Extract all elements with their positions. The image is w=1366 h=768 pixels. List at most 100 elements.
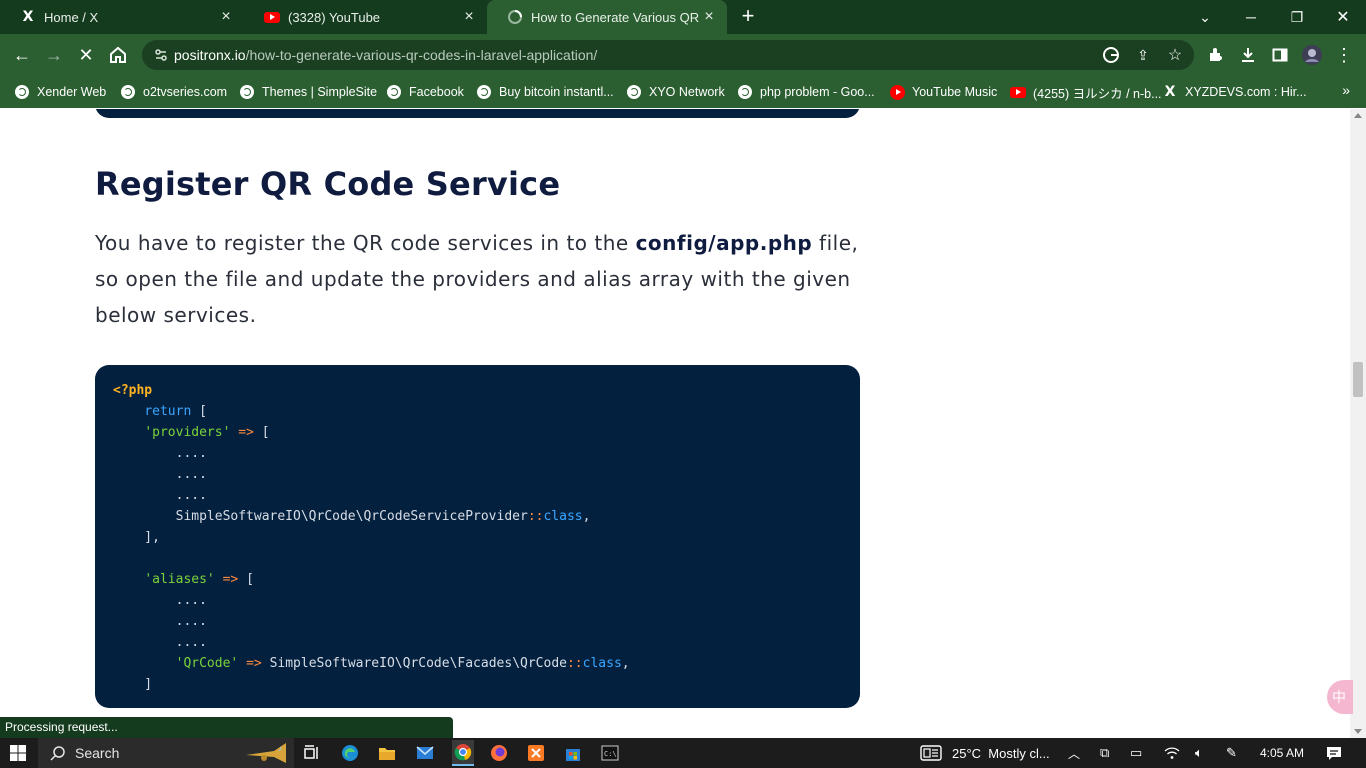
minimize-button[interactable]: ─ xyxy=(1228,0,1274,34)
svg-text:C:\: C:\ xyxy=(604,750,617,758)
bookmark-buy-bitcoin[interactable]: Buy bitcoin instantl... xyxy=(476,82,614,102)
address-bar[interactable]: positronx.io/how-to-generate-various-qr-… xyxy=(142,40,1194,70)
code-line: .... xyxy=(113,632,842,653)
file-explorer-icon[interactable] xyxy=(377,743,397,763)
bookmark-xyo-network[interactable]: XYO Network xyxy=(626,82,725,102)
close-tab-icon[interactable]: × xyxy=(218,9,234,25)
code-token: .... xyxy=(113,488,207,503)
youtube-icon xyxy=(264,9,280,25)
share-icon[interactable]: ⇪ xyxy=(1134,46,1152,64)
tab-search-icon[interactable]: ⌄ xyxy=(1182,0,1228,34)
status-bar: Processing request... xyxy=(0,717,453,738)
bookmark-youtube-music[interactable]: YouTube Music xyxy=(889,82,997,102)
code-line: SimpleSoftwareIO\QrCode\QrCodeServicePro… xyxy=(113,506,842,527)
code-line: .... xyxy=(113,464,842,485)
show-hidden-icons-icon[interactable]: ︿ xyxy=(1068,738,1080,768)
google-lens-icon[interactable] xyxy=(1102,46,1120,64)
restore-button[interactable]: ❐ xyxy=(1274,0,1320,34)
edge-icon[interactable] xyxy=(340,743,360,763)
taskbar-search[interactable]: Search ♪ xyxy=(38,738,294,768)
bookmark-label: o2tvseries.com xyxy=(143,85,228,99)
download-icon[interactable] xyxy=(1238,45,1258,65)
site-info-icon[interactable] xyxy=(154,47,168,63)
task-view-icon[interactable] xyxy=(302,743,322,763)
x-logo-icon: X xyxy=(1164,84,1176,100)
bookmark-xender-web[interactable]: Xender Web xyxy=(14,82,106,102)
weather-widget[interactable]: 25°C Mostly cl... xyxy=(920,738,1050,768)
previous-code-block xyxy=(95,109,860,118)
code-token: ] xyxy=(113,677,153,692)
code-token: :: xyxy=(527,509,544,524)
bookmark-label: Xender Web xyxy=(37,85,107,99)
tab-active-article[interactable]: How to Generate Various QR Codes in Lara… xyxy=(487,0,727,34)
bookmark-star-icon[interactable]: ☆ xyxy=(1166,46,1184,64)
bookmark-xyzdevs[interactable]: X XYZDEVS.com : Hir... xyxy=(1162,82,1307,102)
pen-icon[interactable]: ✎ xyxy=(1226,738,1237,768)
weather-icon xyxy=(920,745,942,761)
svg-text:♪: ♪ xyxy=(278,744,282,753)
code-token: .... xyxy=(113,467,207,482)
youtube-icon xyxy=(1010,84,1026,100)
bookmark-o2tvseries[interactable]: o2tvseries.com xyxy=(120,82,227,102)
code-line: return [ xyxy=(113,401,842,422)
clock[interactable]: 4:05 AM xyxy=(1260,738,1304,768)
back-button[interactable]: ← xyxy=(9,42,35,68)
xampp-icon[interactable] xyxy=(526,743,546,763)
page-scrollbar[interactable] xyxy=(1350,109,1366,738)
extensions-icon[interactable] xyxy=(1206,45,1226,65)
store-icon[interactable] xyxy=(563,743,583,763)
forward-button[interactable]: → xyxy=(41,42,67,68)
code-line: ], xyxy=(113,527,842,548)
tab-home-x[interactable]: X Home / X × xyxy=(0,0,244,34)
notifications-icon[interactable] xyxy=(1326,738,1342,768)
code-token: , xyxy=(582,509,591,524)
mail-icon[interactable] xyxy=(415,743,435,763)
start-button[interactable] xyxy=(0,738,36,768)
code-token: 'providers' xyxy=(144,425,231,440)
home-button[interactable] xyxy=(105,42,131,68)
url-path: /how-to-generate-various-qr-codes-in-lar… xyxy=(245,47,598,63)
terminal-icon[interactable]: C:\ xyxy=(600,743,620,763)
battery-icon[interactable]: ▭ xyxy=(1130,738,1142,768)
code-block[interactable]: <?php return [ 'providers' => [ .... ...… xyxy=(95,365,860,708)
bookmark-facebook[interactable]: Facebook xyxy=(386,82,464,102)
floating-translate-badge[interactable]: 中 xyxy=(1327,680,1353,714)
bookmark-themes-simplesite[interactable]: Themes | SimpleSite xyxy=(239,82,377,102)
volume-icon[interactable]: 🔈︎ xyxy=(1195,738,1203,768)
menu-kebab-icon[interactable]: ⋮ xyxy=(1334,45,1354,65)
bookmarks-bar: Xender Web o2tvseries.com Themes | Simpl… xyxy=(0,76,1366,108)
search-placeholder: Search xyxy=(75,745,120,761)
bookmark-yorushika[interactable]: (4255) ヨルシカ / n-b... xyxy=(1010,82,1162,102)
firefox-icon[interactable] xyxy=(489,743,509,763)
wifi-icon[interactable] xyxy=(1164,738,1180,768)
tab-title: How to Generate Various QR Codes in Lara… xyxy=(531,9,701,25)
side-panel-icon[interactable] xyxy=(1270,45,1290,65)
stop-loading-button[interactable]: ✕ xyxy=(73,42,99,68)
meet-now-icon[interactable]: ⧉ xyxy=(1100,738,1109,768)
tab-strip: X Home / X × (3328) YouTube × How to Gen… xyxy=(0,0,1366,34)
page-viewport: Register QR Code Service You have to reg… xyxy=(0,109,1350,738)
close-window-button[interactable]: ✕ xyxy=(1320,0,1366,34)
scrollbar-thumb[interactable] xyxy=(1353,362,1363,397)
chrome-icon[interactable] xyxy=(452,740,474,766)
youtube-music-icon xyxy=(889,84,905,100)
tab-youtube[interactable]: (3328) YouTube × xyxy=(244,0,487,34)
url-text: positronx.io/how-to-generate-various-qr-… xyxy=(174,47,597,63)
code-line: .... xyxy=(113,611,842,632)
globe-icon xyxy=(120,84,136,100)
new-tab-button[interactable]: + xyxy=(737,5,759,27)
code-token: 'QrCode' xyxy=(175,656,239,671)
code-token: SimpleSoftwareIO\QrCode\Facades\QrCode xyxy=(269,656,567,671)
windows-taskbar: Search ♪ C:\ 25°C Mostly cl... ︿ ⧉ ▭ 🔈︎ … xyxy=(0,738,1366,768)
profile-avatar[interactable] xyxy=(1302,45,1322,65)
code-line: 'providers' => [ xyxy=(113,422,842,443)
more-bookmarks-icon[interactable]: » xyxy=(1342,82,1350,98)
scroll-down-arrow-icon[interactable] xyxy=(1354,729,1362,734)
bookmark-php-problem[interactable]: php problem - Goo... xyxy=(737,82,875,102)
close-tab-icon[interactable]: × xyxy=(701,9,717,25)
scroll-up-arrow-icon[interactable] xyxy=(1354,113,1362,118)
close-tab-icon[interactable]: × xyxy=(461,9,477,25)
